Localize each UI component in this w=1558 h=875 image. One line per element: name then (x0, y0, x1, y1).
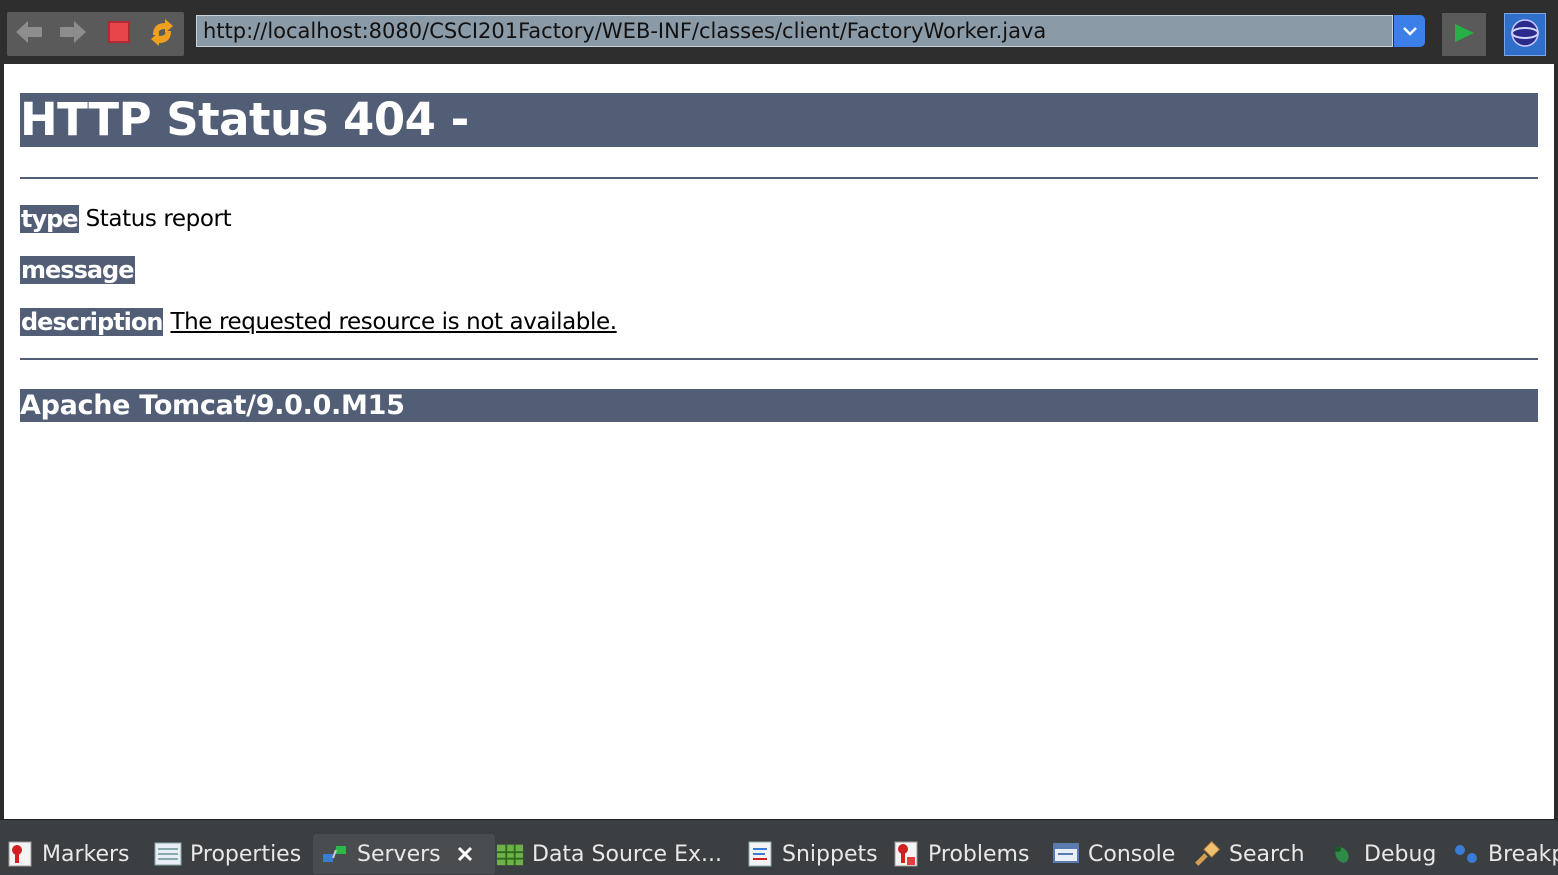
problems-icon (892, 840, 920, 868)
tab-label: Problems (928, 841, 1030, 867)
markers-icon (6, 840, 34, 868)
description-label: description (20, 308, 163, 336)
tab-search[interactable]: Search (1193, 834, 1305, 874)
tab-data-source-explorer[interactable]: Data Source Ex... (496, 834, 722, 874)
description-row: description The requested resource is no… (20, 308, 617, 336)
data-source-icon (496, 840, 524, 868)
message-row: message (20, 256, 142, 284)
open-external-browser-button[interactable] (1504, 13, 1546, 56)
tab-console[interactable]: Console (1052, 834, 1175, 874)
tab-snippets[interactable]: Snippets (746, 834, 878, 874)
stop-icon (107, 20, 131, 48)
navigation-buttons (7, 12, 184, 56)
type-row: type Status report (20, 205, 232, 233)
servers-icon (321, 840, 349, 868)
tab-label: Markers (42, 841, 130, 867)
tab-label: Servers (357, 841, 441, 867)
tab-label: Search (1229, 841, 1305, 867)
snippets-icon (746, 840, 774, 868)
description-value: The requested resource is not available. (170, 309, 617, 335)
divider (20, 177, 1538, 179)
server-info-heading: Apache Tomcat/9.0.0.M15 (20, 389, 1538, 422)
close-icon[interactable] (455, 844, 475, 864)
type-value: Status report (85, 206, 232, 232)
forward-arrow-icon (58, 19, 88, 49)
debug-icon (1328, 840, 1356, 868)
tab-problems[interactable]: Problems (892, 834, 1029, 874)
type-label: type (20, 205, 79, 233)
stop-button[interactable] (97, 12, 141, 56)
back-arrow-icon (14, 19, 44, 49)
forward-button[interactable] (51, 12, 95, 56)
tab-markers[interactable]: Markers (6, 834, 130, 874)
chevron-down-icon (1402, 22, 1418, 41)
url-history-dropdown[interactable] (1394, 15, 1425, 47)
go-button[interactable] (1442, 13, 1486, 56)
page-content: HTTP Status 404 - type Status report mes… (4, 64, 1554, 819)
tab-label: Breakp (1488, 841, 1558, 867)
tab-breakpoints[interactable]: Breakp (1452, 834, 1558, 874)
tab-properties[interactable]: Properties (154, 834, 301, 874)
refresh-button[interactable] (140, 12, 184, 56)
server-version: Apache Tomcat/9.0.0.M15 (20, 390, 405, 421)
browser-toolbar: http://localhost:8080/CSCI201Factory/WEB… (0, 0, 1558, 64)
search-icon (1193, 840, 1221, 868)
tab-label: Debug (1364, 841, 1437, 867)
tab-label: Data Source Ex... (532, 841, 722, 867)
tab-label: Console (1088, 841, 1176, 867)
refresh-icon (147, 17, 177, 51)
url-field[interactable]: http://localhost:8080/CSCI201Factory/WEB… (196, 15, 1393, 47)
divider (20, 358, 1538, 360)
browser-globe-icon (1509, 17, 1541, 53)
back-button[interactable] (7, 12, 51, 56)
tab-debug[interactable]: Debug (1328, 834, 1436, 874)
message-label: message (20, 256, 135, 284)
console-icon (1052, 840, 1080, 868)
breakpoints-icon (1452, 840, 1480, 868)
properties-icon (154, 840, 182, 868)
status-heading: HTTP Status 404 - (20, 93, 1538, 147)
url-text: http://localhost:8080/CSCI201Factory/WEB… (203, 19, 1047, 43)
go-icon (1452, 22, 1476, 48)
tab-label: Properties (190, 841, 302, 867)
page-title: HTTP Status 404 - (20, 93, 469, 146)
tab-servers[interactable]: Servers (313, 834, 495, 874)
tab-label: Snippets (782, 841, 878, 867)
view-tabs-bar: Markers Properties Servers Data Source E… (0, 819, 1558, 875)
